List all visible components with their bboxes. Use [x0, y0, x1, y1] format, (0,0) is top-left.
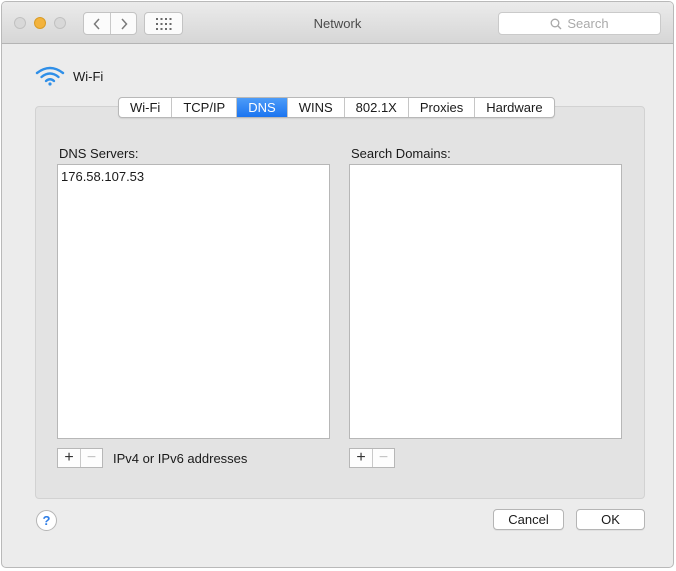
dns-add-remove: + −	[57, 448, 103, 468]
ok-button[interactable]: OK	[576, 509, 645, 530]
interface-header: Wi-Fi	[35, 66, 103, 86]
tab-802-1x[interactable]: 802.1X	[343, 98, 408, 117]
tab-wifi[interactable]: Wi-Fi	[119, 98, 171, 117]
search-domains-list[interactable]	[349, 164, 622, 439]
wifi-icon	[35, 66, 65, 86]
dns-servers-label: DNS Servers:	[59, 146, 139, 161]
search-placeholder: Search	[567, 16, 609, 31]
remove-search-domain-button[interactable]: −	[372, 449, 394, 467]
domains-add-remove: + −	[349, 448, 395, 468]
remove-dns-server-button[interactable]: −	[80, 449, 102, 467]
list-item[interactable]: 176.58.107.53	[58, 165, 329, 188]
titlebar: Network Search	[2, 2, 673, 44]
dns-servers-list[interactable]: 176.58.107.53	[57, 164, 330, 439]
search-field[interactable]: Search	[498, 12, 661, 35]
tab-dns[interactable]: DNS	[236, 98, 287, 117]
search-icon	[550, 18, 562, 29]
tab-proxies[interactable]: Proxies	[407, 98, 474, 117]
interface-name: Wi-Fi	[73, 68, 104, 84]
tab-hardware[interactable]: Hardware	[474, 98, 553, 117]
network-window: Network Search Wi-Fi Wi-Fi TCP/IP DNS WI…	[1, 1, 674, 568]
search-domains-label: Search Domains:	[351, 146, 451, 161]
tab-wins[interactable]: WINS	[286, 98, 344, 117]
settings-tabs: Wi-Fi TCP/IP DNS WINS 802.1X Proxies Har…	[118, 97, 555, 118]
tab-tcp-ip[interactable]: TCP/IP	[171, 98, 236, 117]
cancel-button[interactable]: Cancel	[493, 509, 564, 530]
add-dns-server-button[interactable]: +	[58, 449, 80, 467]
help-button[interactable]: ?	[36, 510, 57, 531]
add-search-domain-button[interactable]: +	[350, 449, 372, 467]
dns-hint: IPv4 or IPv6 addresses	[113, 451, 248, 466]
